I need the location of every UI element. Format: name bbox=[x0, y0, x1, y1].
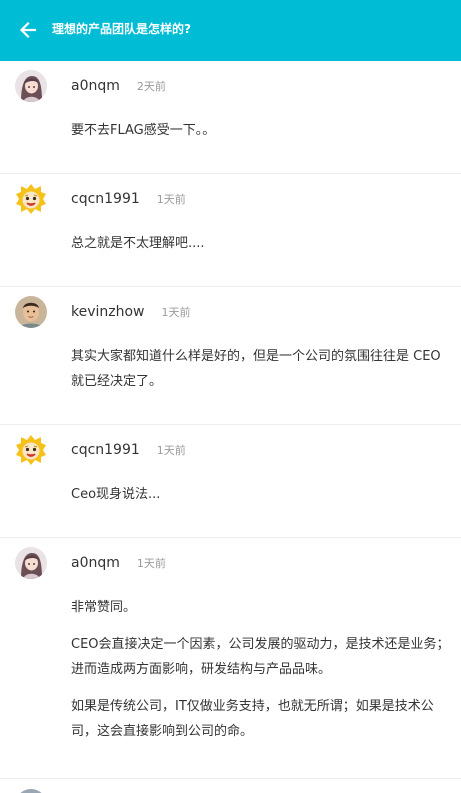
comment-paragraph: CEO会直接决定一个因素，公司发展的驱动力，是技术还是业务；进而造成两方面影响，… bbox=[71, 637, 450, 677]
comment-paragraph: 总之就是不太理解吧.... bbox=[71, 236, 205, 251]
person-photo-avatar[interactable] bbox=[15, 296, 47, 328]
timestamp: 1天前 bbox=[156, 193, 186, 206]
comment-paragraph: 如果是传统公司，IT仅做业务支持，也就无所谓；如果是技术公司，这会直接影响到公司… bbox=[71, 699, 434, 739]
comment-meta: a0nqm 2天前 bbox=[71, 78, 166, 94]
username[interactable]: a0nqm bbox=[71, 78, 120, 94]
comment-meta: cqcn1991 1天前 bbox=[71, 442, 186, 458]
comment-meta: a0nqm 1天前 bbox=[71, 555, 166, 571]
back-button[interactable] bbox=[14, 16, 42, 44]
avatar[interactable] bbox=[15, 789, 47, 793]
comment-paragraph: 要不去FLAG感受一下。。 bbox=[71, 123, 216, 138]
username[interactable]: kevinzhow bbox=[71, 304, 145, 320]
anime-girl-avatar[interactable] bbox=[15, 70, 47, 102]
comment-body: 要不去FLAG感受一下。。 bbox=[71, 118, 451, 143]
timestamp: 2天前 bbox=[136, 80, 166, 93]
username[interactable]: a0nqm bbox=[71, 555, 120, 571]
comment-body: 总之就是不太理解吧.... bbox=[71, 231, 451, 256]
app-page: 理想的产品团队是怎样的? a0nqm 2天前 要不去FLAG感受一下。。 cqc… bbox=[0, 0, 461, 793]
arrow-left-icon bbox=[19, 21, 37, 39]
username[interactable]: cqcn1991 bbox=[71, 442, 140, 458]
anime-girl-avatar[interactable] bbox=[15, 547, 47, 579]
comment-item: cqcn1991 1天前 总之就是不太理解吧.... bbox=[0, 174, 461, 287]
comment-paragraph: Ceo现身说法... bbox=[71, 487, 161, 502]
comment-list: a0nqm 2天前 要不去FLAG感受一下。。 cqcn1991 1天前 总之就… bbox=[0, 61, 461, 793]
timestamp: 1天前 bbox=[136, 557, 166, 570]
comment-item: a0nqm 1天前 非常赞同。 CEO会直接决定一个因素，公司发展的驱动力，是技… bbox=[0, 538, 461, 779]
timestamp: 1天前 bbox=[161, 306, 191, 319]
comment-meta: cqcn1991 1天前 bbox=[71, 191, 186, 207]
comment-item bbox=[0, 779, 461, 793]
top-app-bar: 理想的产品团队是怎样的? bbox=[0, 0, 461, 61]
lion-avatar[interactable] bbox=[15, 434, 47, 466]
comment-body: Ceo现身说法... bbox=[71, 482, 451, 507]
comment-body: 其实大家都知道什么样是好的，但是一个公司的氛围往往是 CEO 就已经决定了。 bbox=[71, 344, 443, 394]
comment-meta: kevinzhow 1天前 bbox=[71, 304, 191, 320]
comment-paragraph: 非常赞同。 bbox=[71, 600, 137, 615]
comment-body: 非常赞同。 CEO会直接决定一个因素，公司发展的驱动力，是技术还是业务；进而造成… bbox=[71, 595, 451, 744]
username[interactable]: cqcn1991 bbox=[71, 191, 140, 207]
comment-item: kevinzhow 1天前 其实大家都知道什么样是好的，但是一个公司的氛围往往是… bbox=[0, 287, 461, 425]
comment-item: a0nqm 2天前 要不去FLAG感受一下。。 bbox=[0, 61, 461, 174]
comment-item: cqcn1991 1天前 Ceo现身说法... bbox=[0, 425, 461, 538]
comment-paragraph: 其实大家都知道什么样是好的，但是一个公司的氛围往往是 CEO 就已经决定了。 bbox=[71, 349, 441, 389]
lion-avatar[interactable] bbox=[15, 183, 47, 215]
timestamp: 1天前 bbox=[156, 444, 186, 457]
page-title: 理想的产品团队是怎样的? bbox=[52, 22, 191, 36]
